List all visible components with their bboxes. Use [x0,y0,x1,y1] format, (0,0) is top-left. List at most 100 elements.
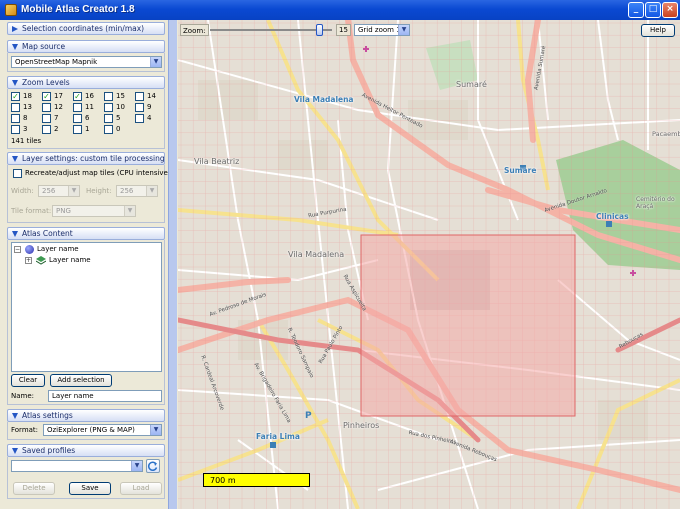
height-select[interactable]: 256 ▼ [116,185,158,197]
zoom-level-checkbox-5[interactable] [104,114,113,123]
zoom-level-checkbox-1[interactable] [73,125,82,134]
layer-settings-header[interactable]: Layer settings: custom tile processing [7,152,165,165]
scale-bar: 700 m [203,473,310,487]
height-label: Height: [86,187,112,195]
height-value: 256 [120,187,134,195]
layer-icon [35,256,47,265]
zoom-level-checkbox-9[interactable] [135,103,144,112]
layer-name-value: Layer name [52,392,94,400]
save-button[interactable]: Save [69,482,111,495]
map-source-header[interactable]: Map source [7,40,165,53]
zoom-level-checkbox-4[interactable] [135,114,144,123]
selection-coordinates-header[interactable]: Selection coordinates (min/max) [7,22,165,35]
saved-profiles-title: Saved profiles [22,446,76,455]
place-label: Vila Madalena [288,250,345,259]
zoom-level-checkbox-2[interactable] [42,125,51,134]
zoom-level-checkbox-11[interactable] [73,103,82,112]
chevron-down-icon: ▼ [150,57,161,67]
zoom-level-checkbox-13[interactable] [11,103,20,112]
atlas-content-title: Atlas Content [22,229,73,238]
zoom-level-checkbox-8[interactable] [11,114,20,123]
load-button[interactable]: Load [120,482,162,495]
place-label: Cemitério do Araçá [636,196,675,210]
atlas-format-select[interactable]: OziExplorer (PNG & MAP) ▼ [43,424,162,436]
add-selection-button[interactable]: Add selection [50,374,112,387]
tile-format-select[interactable]: PNG ▼ [52,205,136,217]
chevron-down-icon: ▼ [146,186,157,196]
refresh-button[interactable] [146,459,160,473]
place-label: Clinicas [596,212,629,221]
width-select[interactable]: 256 ▼ [38,185,80,197]
map-source-select[interactable]: OpenStreetMap Mapnik ▼ [11,56,162,68]
station-icon-faria-lima [270,442,276,448]
zoom-value: 15 [336,24,351,36]
zoom-slider-thumb[interactable] [316,24,324,36]
selection-rectangle[interactable] [360,234,576,417]
window-title: Mobile Atlas Creator 1.8 [21,4,135,15]
tile-count: 141 tiles [11,137,42,145]
zoom-level-checkbox-15[interactable] [104,92,113,101]
zoom-level-label: 8 [23,114,28,122]
layer-settings-title: Layer settings: custom tile processing [22,154,165,163]
zoom-level-label: 13 [23,103,32,111]
map-view[interactable]: P Vila Madalena Sumaré Vila Beatriz Vila… [178,20,680,509]
title-bar: Mobile Atlas Creator 1.8 _ □ × [0,0,680,20]
place-label: Faria Lima [256,432,300,441]
zoom-level-label: 12 [54,103,63,111]
recreate-tiles-checkbox[interactable] [13,169,22,178]
zoom-level-label: 6 [85,114,90,122]
zoom-control: Zoom: 15 [180,24,352,38]
zoom-level-checkbox-7[interactable] [42,114,51,123]
tree-child-node[interactable]: Layer name [49,256,91,264]
place-label: Pacaembu [652,130,680,138]
saved-profiles-header[interactable]: Saved profiles [7,444,165,457]
layer-name-input[interactable]: Layer name [48,390,162,402]
zoom-level-checkbox-10[interactable] [104,103,113,112]
zoom-level-checkbox-17[interactable]: ✓ [42,92,51,101]
grid-zoom-select[interactable]: Grid zoom 18 ▼ [354,24,410,36]
zoom-level-label: 7 [54,114,59,122]
zoom-level-checkbox-18[interactable]: ✓ [11,92,20,101]
atlas-content-header[interactable]: Atlas Content [7,227,165,240]
map-source-title: Map source [22,42,66,51]
atlas-settings-title: Atlas settings [22,411,73,420]
maximize-button[interactable]: □ [645,2,661,18]
format-label: Format: [11,426,39,434]
zoom-levels-header[interactable]: Zoom Levels [7,76,165,89]
recreate-tiles-label: Recreate/adjust map tiles (CPU intensive… [25,169,171,177]
station-icon-clinicas [606,221,612,227]
place-label: Sumare [504,166,537,175]
collapse-icon [12,231,18,237]
atlas-content-body: − Layer name + Layer name Clear Add sele… [7,240,165,405]
clear-button[interactable]: Clear [11,374,45,387]
close-button[interactable]: × [662,2,678,18]
tree-root-node[interactable]: Layer name [37,245,79,253]
zoom-level-label: 4 [147,114,152,122]
atlas-settings-header[interactable]: Atlas settings [7,409,165,422]
zoom-level-checkbox-16[interactable]: ✓ [73,92,82,101]
atlas-tree[interactable]: − Layer name + Layer name [11,242,162,372]
zoom-level-checkbox-12[interactable] [42,103,51,112]
zoom-level-label: 15 [116,92,125,100]
minimize-button[interactable]: _ [628,2,644,18]
panel-divider[interactable] [168,20,177,509]
zoom-slider-track[interactable] [210,29,332,31]
tree-expand-toggle[interactable]: + [25,257,32,264]
zoom-level-label: 17 [54,92,63,100]
zoom-level-checkbox-3[interactable] [11,125,20,134]
zoom-label: Zoom: [180,24,209,36]
width-value: 256 [42,187,56,195]
zoom-level-label: 1 [85,125,90,133]
atlas-globe-icon [25,245,34,254]
zoom-level-checkbox-6[interactable] [73,114,82,123]
zoom-level-label: 16 [85,92,94,100]
profile-select[interactable]: ▼ [11,460,143,472]
saved-profiles-body: ▼ Delete Save Load [7,457,165,499]
zoom-level-label: 10 [116,103,125,111]
zoom-level-checkbox-0[interactable] [104,125,113,134]
zoom-level-checkbox-14[interactable] [135,92,144,101]
tree-collapse-toggle[interactable]: − [14,246,21,253]
delete-button[interactable]: Delete [13,482,55,495]
scale-label: 700 m [210,476,236,485]
help-button[interactable]: Help [641,24,675,37]
